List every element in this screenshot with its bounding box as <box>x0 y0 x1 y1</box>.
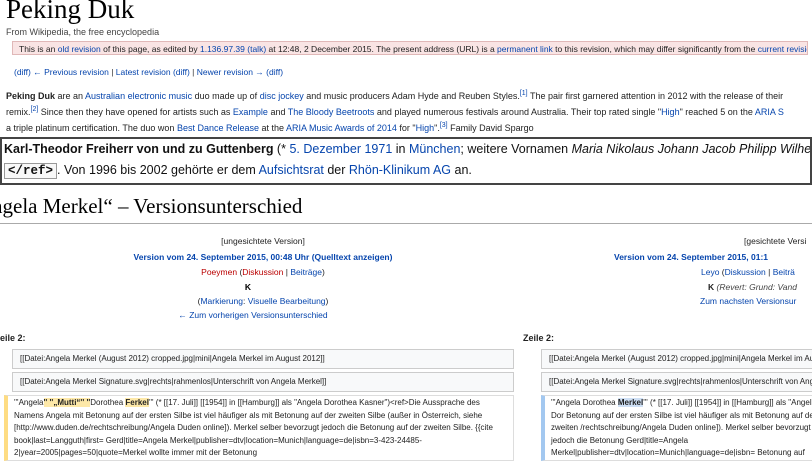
view-source-link[interactable]: (Quelltext anzeigen) <box>312 252 393 262</box>
left-context-line-2: [[Datei:Angela Merkel Signature.svg|rech… <box>12 372 514 392</box>
link-aufsichtsrat[interactable]: Aufsichtsrat <box>259 163 324 177</box>
diff-link[interactable]: (diff) <box>14 67 31 77</box>
link-muenchen[interactable]: München <box>409 142 460 156</box>
visual-edit-tag[interactable]: Visuelle Bearbeitung <box>248 296 326 306</box>
link-electronic-music[interactable]: electronic music <box>128 91 193 101</box>
guttenberg-excerpt: Karl-Theodor Freiherr von und zu Guttenb… <box>0 137 812 185</box>
newer-revision-link[interactable]: Newer revision → <box>197 67 264 77</box>
left-contribs-link[interactable]: Beiträge <box>290 267 322 277</box>
article-paragraph-line-3: a triple platinum certification. The duo… <box>6 122 534 133</box>
minor-edit-marker: K <box>244 282 252 292</box>
right-version-link[interactable]: Version vom 24. September 2015, 01:1 <box>614 252 768 262</box>
reference-link[interactable]: [1] <box>520 90 528 97</box>
article-paragraph-line-1: Peking Duk are an Australian electronic … <box>6 90 784 101</box>
link-birthdate[interactable]: 5. Dezember 1971 <box>289 142 392 156</box>
previous-diff-link[interactable]: ← Zum vorherigen Versionsunterschied <box>178 310 327 320</box>
highlight-added: Merkel <box>617 398 644 407</box>
right-user-line: Leyo (Diskussion | Beiträ <box>701 267 795 277</box>
link-australian[interactable]: Australian <box>85 91 125 101</box>
right-context-line-1: [[Datei:Angela Merkel (August 2012) crop… <box>541 349 812 369</box>
left-line-number: eile 2: <box>0 333 26 343</box>
left-diff-removed-block: '''Angela'' ''„Mutti“'' ''Dorothea Ferke… <box>4 395 514 461</box>
left-tag-line: (Markierung: Visuelle Bearbeitung) <box>197 296 329 306</box>
left-version-link[interactable]: Version vom 24. September 2015, 00:48 Uh… <box>134 252 310 262</box>
excerpt-line-1: Karl-Theodor Freiherr von und zu Guttenb… <box>4 142 812 156</box>
page-subtitle: From Wikipedia, the free encyclopedia <box>6 27 160 37</box>
diff-link[interactable]: (diff) <box>264 67 283 77</box>
left-version-status: [ungesichtete Version] <box>221 236 305 246</box>
old-revision-link[interactable]: old revision <box>58 44 101 54</box>
latest-revision-link[interactable]: Latest revision <box>116 67 171 77</box>
link-best-dance-release[interactable]: Best Dance Release <box>177 123 259 133</box>
right-version-status: [gesichtete Versi <box>744 236 807 246</box>
link-aria[interactable]: ARIA S <box>755 107 784 117</box>
right-user-link[interactable]: Leyo <box>701 267 719 277</box>
permanent-link[interactable]: permanent link <box>497 44 553 54</box>
heading-divider <box>0 223 812 224</box>
editor-user-link[interactable]: 1.136.97.39 <box>200 44 245 54</box>
link-aria-awards-2014[interactable]: ARIA Music Awards of 2014 <box>286 123 397 133</box>
next-diff-link[interactable]: Zum nachsten Versionsur <box>700 296 796 306</box>
right-talk-link[interactable]: Diskussion <box>725 267 766 277</box>
right-version-header: Version vom 24. September 2015, 01:1 <box>614 252 812 262</box>
left-prev-diff: ← Zum vorherigen Versionsunterschied <box>138 310 368 320</box>
link-rhoen-klinikum[interactable]: Rhön-Klinikum AG <box>349 163 451 177</box>
old-revision-banner: This is an old revision of this page, as… <box>12 41 808 55</box>
right-context-line-2: [[Datei:Angela Merkel Signature.svg|rech… <box>541 372 812 392</box>
reference-link[interactable]: [3] <box>440 122 448 129</box>
right-contribs-link[interactable]: Beiträ <box>773 267 795 277</box>
editor-talk-link[interactable]: (talk) <box>247 44 266 54</box>
revision-navigation: (diff) ← Previous revision | Latest revi… <box>14 67 284 77</box>
right-next-diff: Zum nachsten Versionsur <box>700 296 812 306</box>
tag-link[interactable]: Markierung <box>200 296 243 306</box>
link-high[interactable]: High <box>661 107 680 117</box>
left-version-header: Version vom 24. September 2015, 00:48 Uh… <box>98 252 428 262</box>
link-high[interactable]: High <box>416 123 435 133</box>
diff-link[interactable]: (diff) <box>171 67 190 77</box>
article-paragraph-line-2: remix.[2] Since then they have opened fo… <box>6 106 784 117</box>
link-disc-jockey[interactable]: disc jockey <box>260 91 304 101</box>
highlight-removed: Ferkel <box>125 398 149 407</box>
excerpt-line-2: </ref>. Von 1996 bis 2002 gehörte er dem… <box>4 163 472 179</box>
left-user-line: Poeymen (Diskussion | Beiträge) <box>201 267 325 277</box>
left-context-line-1: [[Datei:Angela Merkel (August 2012) crop… <box>12 349 514 369</box>
previous-revision-link[interactable]: ← Previous revision <box>33 67 109 77</box>
link-bloody-beetroots[interactable]: The Bloody Beetroots <box>288 107 375 117</box>
left-talk-link[interactable]: Diskussion <box>242 267 283 277</box>
diff-heading: ngela Merkel“ – Versionsunterschied <box>0 194 303 218</box>
right-revert-line: K (Revert: Grund: Vand <box>708 282 797 292</box>
right-diff-added-block: '''Angela Dorothea Merkel''' (* [[17. Ju… <box>541 395 812 461</box>
left-user-link[interactable]: Poeymen <box>201 267 237 277</box>
ref-code-tag: </ref> <box>4 163 58 179</box>
current-revision-link[interactable]: current revision <box>758 44 807 54</box>
right-line-number: Zeile 2: <box>523 333 555 343</box>
highlight-removed: '' ''„Mutti“'' '' <box>43 398 91 407</box>
link-example[interactable]: Example <box>233 107 268 117</box>
page-title: Peking Duk <box>6 0 135 24</box>
